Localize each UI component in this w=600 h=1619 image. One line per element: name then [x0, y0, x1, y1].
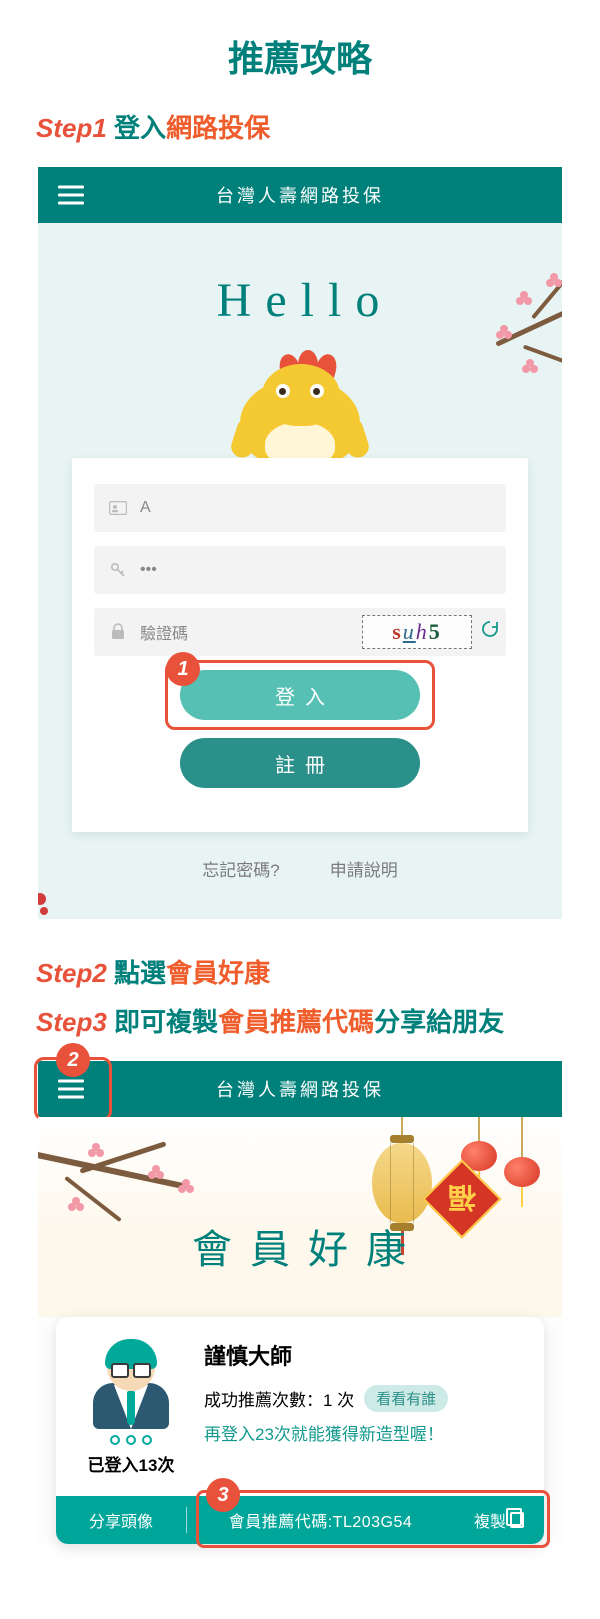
page-title: 推薦攻略 — [0, 0, 600, 102]
marker-2: 2 — [56, 1043, 90, 1077]
member-mock: 2 台灣人壽網路投保 福 會員好康 — [38, 1061, 562, 1544]
hamburger-icon[interactable] — [58, 186, 84, 205]
help-link[interactable]: 申請說明 — [330, 856, 398, 881]
share-avatar-button[interactable]: 分享頭像 — [56, 1508, 186, 1532]
step-num: Step3 — [36, 1007, 107, 1037]
highlight-box-3 — [196, 1490, 550, 1548]
banner-title: 會員好康 — [38, 1217, 562, 1275]
captcha-image: suh5 — [362, 615, 472, 649]
password-field[interactable]: ••• — [94, 546, 506, 594]
app-title: 台灣人壽網路投保 — [216, 182, 384, 208]
login-count-label: 已登入13次 — [76, 1451, 186, 1476]
mascot-image — [240, 358, 360, 468]
step-accent: 網路投保 — [166, 113, 270, 143]
member-banner: 福 會員好康 — [38, 1117, 562, 1317]
app-header: 台灣人壽網路投保 — [38, 167, 562, 223]
register-button[interactable]: 註冊 — [180, 738, 420, 788]
forgot-password-link[interactable]: 忘記密碼? — [202, 856, 279, 881]
captcha-field[interactable]: 驗證碼 suh5 — [94, 608, 506, 656]
login-body: Hello A ••• — [38, 223, 562, 919]
info-column: 謹慎大師 成功推薦次數：1 次 看看有誰 再登入23次就能獲得新造型喔！ — [204, 1339, 524, 1476]
hamburger-icon[interactable] — [58, 1080, 84, 1099]
step-num: Step2 — [36, 958, 107, 988]
branch-decoration — [472, 263, 562, 403]
avatar-image — [86, 1339, 176, 1429]
avatar-column: 已登入13次 — [76, 1339, 186, 1476]
copy-icon — [510, 1512, 524, 1528]
progress-hint: 再登入23次就能獲得新造型喔！ — [204, 1420, 524, 1445]
step-num: Step1 — [36, 113, 107, 143]
step-accent: 會員推薦代碼 — [218, 1007, 374, 1037]
blossom-decoration — [38, 883, 50, 919]
login-button-wrap: 1 登入 — [94, 670, 506, 720]
lock-icon — [108, 623, 128, 641]
marker-1: 1 — [166, 652, 200, 686]
app-header-2: 台灣人壽網路投保 — [38, 1061, 562, 1117]
login-mock: 台灣人壽網路投保 Hello A ••• — [38, 167, 562, 919]
step2-label: Step2 點選會員好康 — [0, 947, 600, 996]
member-body: 福 會員好康 已登入13次 謹慎大師 成功推薦次數：1 次 看看有誰 — [38, 1117, 562, 1544]
step-text: 分享給朋友 — [374, 1007, 504, 1037]
captcha-placeholder: 驗證碼 — [140, 620, 188, 644]
key-icon — [108, 561, 128, 579]
member-card: 已登入13次 謹慎大師 成功推薦次數：1 次 看看有誰 再登入23次就能獲得新造… — [56, 1317, 544, 1544]
refresh-icon[interactable] — [480, 619, 500, 645]
marker-3: 3 — [206, 1478, 240, 1512]
lantern-icon — [504, 1117, 540, 1207]
step-text: 即可複製 — [114, 1007, 218, 1037]
referral-count-row: 成功推薦次數：1 次 看看有誰 — [204, 1385, 524, 1412]
login-card: A ••• 驗證碼 suh5 — [72, 458, 528, 832]
step1-label: Step1 登入網路投保 — [0, 102, 600, 151]
step-text: 點選 — [114, 958, 166, 988]
user-title: 謹慎大師 — [204, 1339, 524, 1371]
id-card-icon — [108, 501, 128, 515]
avatar-pager[interactable] — [76, 1435, 186, 1445]
step3-label: Step3 即可複製會員推薦代碼分享給朋友 — [0, 996, 600, 1045]
id-value: A — [140, 499, 151, 517]
member-footer: 3 分享頭像 會員推薦代碼:TL203G54 複製 — [56, 1496, 544, 1544]
see-who-chip[interactable]: 看看有誰 — [364, 1385, 448, 1412]
app-title: 台灣人壽網路投保 — [216, 1076, 384, 1102]
highlight-box-1 — [165, 660, 435, 730]
login-links: 忘記密碼? 申請說明 — [38, 832, 562, 889]
step-text: 登入 — [114, 113, 166, 143]
password-value: ••• — [140, 561, 157, 579]
id-field[interactable]: A — [94, 484, 506, 532]
step-accent: 會員好康 — [166, 958, 270, 988]
